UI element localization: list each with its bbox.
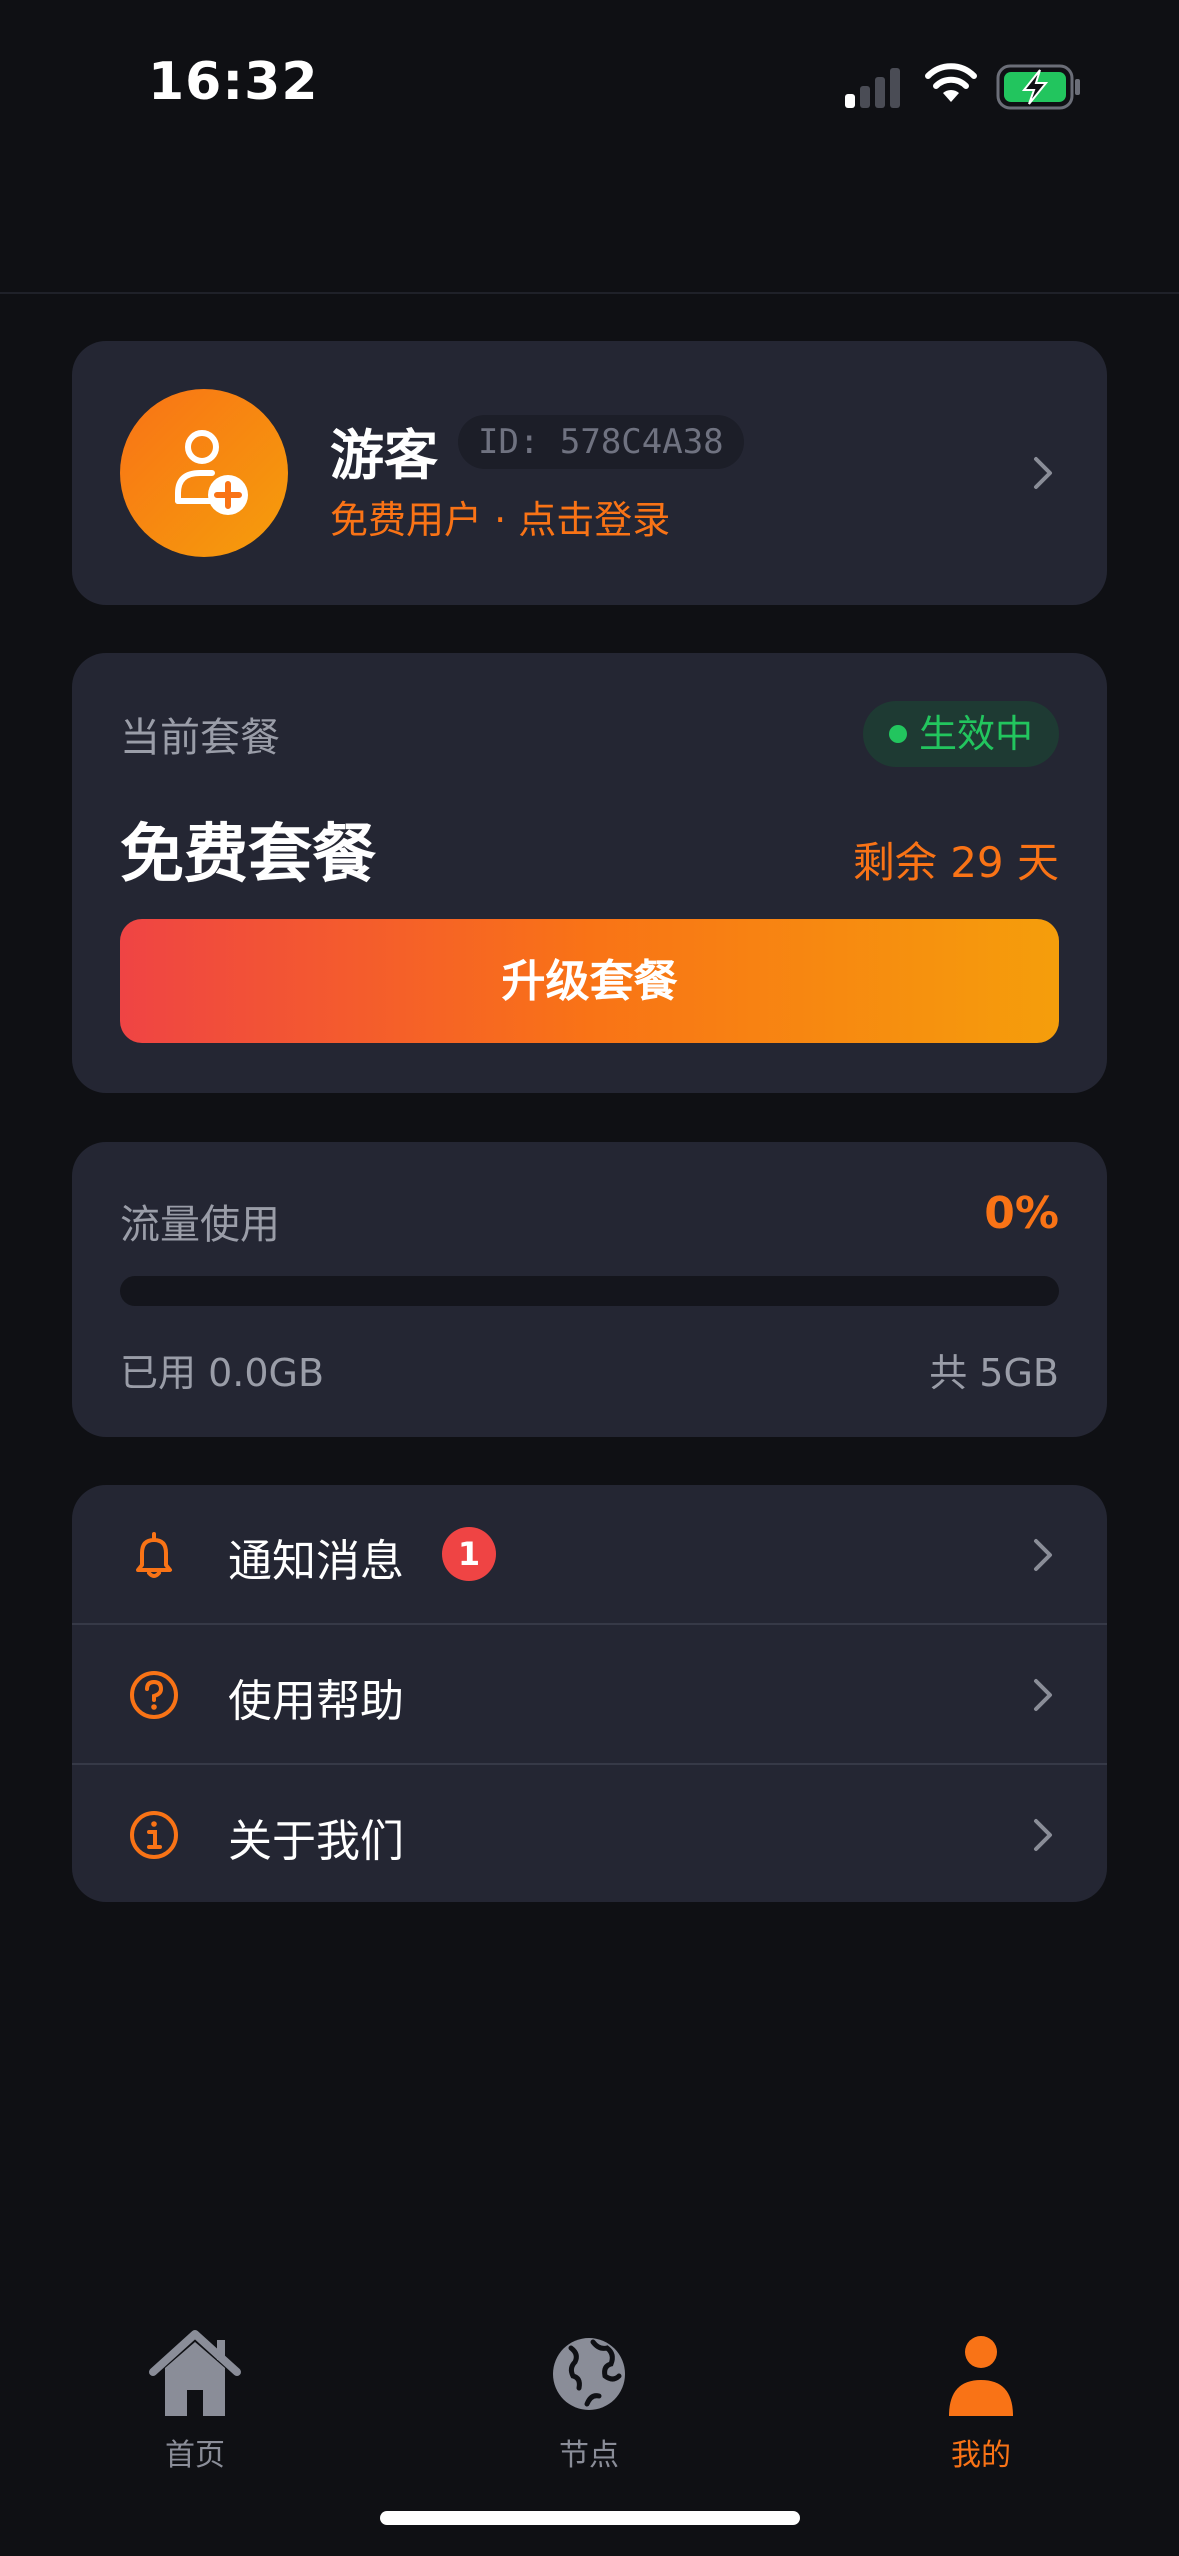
battery-charging-icon: [996, 64, 1080, 110]
menu-card: 通知消息 1 使用帮助 关于我们: [72, 1485, 1107, 1902]
profile-card[interactable]: 游客 ID: 578C4A38 免费用户 · 点击登录: [72, 341, 1107, 605]
plan-status-text: 生效中: [918, 712, 1033, 756]
user-add-icon: [175, 430, 248, 515]
cellular-signal-icon: [845, 68, 900, 108]
plan-label: 当前套餐: [120, 715, 280, 761]
chevron-right-icon: [1034, 1539, 1052, 1571]
menu-item-label: 关于我们: [228, 1816, 404, 1867]
menu-item-label: 通知消息: [228, 1536, 404, 1587]
header-divider: [0, 292, 1179, 294]
tab-label: 节点: [559, 2438, 619, 2473]
home-icon: [149, 2330, 241, 2416]
menu-item-notifications[interactable]: 通知消息 1: [72, 1485, 1107, 1625]
wifi-icon: [925, 63, 977, 102]
bottom-tab-bar: 首页 节点 我的: [0, 2300, 1179, 2480]
avatar: [120, 389, 288, 557]
traffic-label: 流量使用: [120, 1202, 280, 1248]
traffic-percent: 0%: [984, 1188, 1059, 1239]
tab-mine[interactable]: 我的: [871, 2300, 1091, 2480]
home-indicator: [380, 2511, 800, 2525]
traffic-progress-bar: [120, 1276, 1059, 1306]
menu-item-label: 使用帮助: [228, 1676, 404, 1727]
chevron-right-icon: [1034, 1819, 1052, 1851]
tab-label: 我的: [951, 2438, 1011, 2473]
status-bar: 16:32: [0, 0, 1179, 170]
plan-status-badge: 生效中: [862, 701, 1059, 767]
menu-item-about[interactable]: 关于我们: [72, 1765, 1107, 1903]
tab-nodes[interactable]: 节点: [479, 2300, 699, 2480]
user-id-badge: ID: 578C4A38: [458, 415, 744, 469]
upgrade-plan-button[interactable]: 升级套餐: [120, 919, 1059, 1043]
chevron-right-icon: [1034, 457, 1052, 489]
globe-icon: [553, 2338, 625, 2410]
plan-name: 免费套餐: [120, 818, 376, 892]
help-circle-icon: [130, 1671, 178, 1719]
user-icon: [949, 2336, 1013, 2416]
status-dot: [888, 725, 907, 743]
plan-remaining-days: 剩余 29 天: [852, 838, 1059, 887]
traffic-card: 流量使用 0% 已用 0.0GB 共 5GB: [72, 1142, 1107, 1437]
tab-home[interactable]: 首页: [85, 2300, 305, 2480]
traffic-total: 共 5GB: [929, 1351, 1059, 1395]
bell-icon: [136, 1532, 172, 1578]
chevron-right-icon: [1034, 1679, 1052, 1711]
tab-label: 首页: [165, 2438, 225, 2473]
notification-count-badge: 1: [442, 1527, 496, 1581]
login-prompt[interactable]: 免费用户 · 点击登录: [330, 489, 670, 544]
plan-card: 当前套餐 生效中 免费套餐 剩余 29 天 升级套餐: [72, 653, 1107, 1093]
traffic-used: 已用 0.0GB: [120, 1351, 325, 1395]
info-circle-icon: [130, 1811, 178, 1859]
status-time: 16:32: [148, 52, 319, 112]
user-name: 游客: [330, 424, 438, 487]
menu-item-help[interactable]: 使用帮助: [72, 1625, 1107, 1765]
